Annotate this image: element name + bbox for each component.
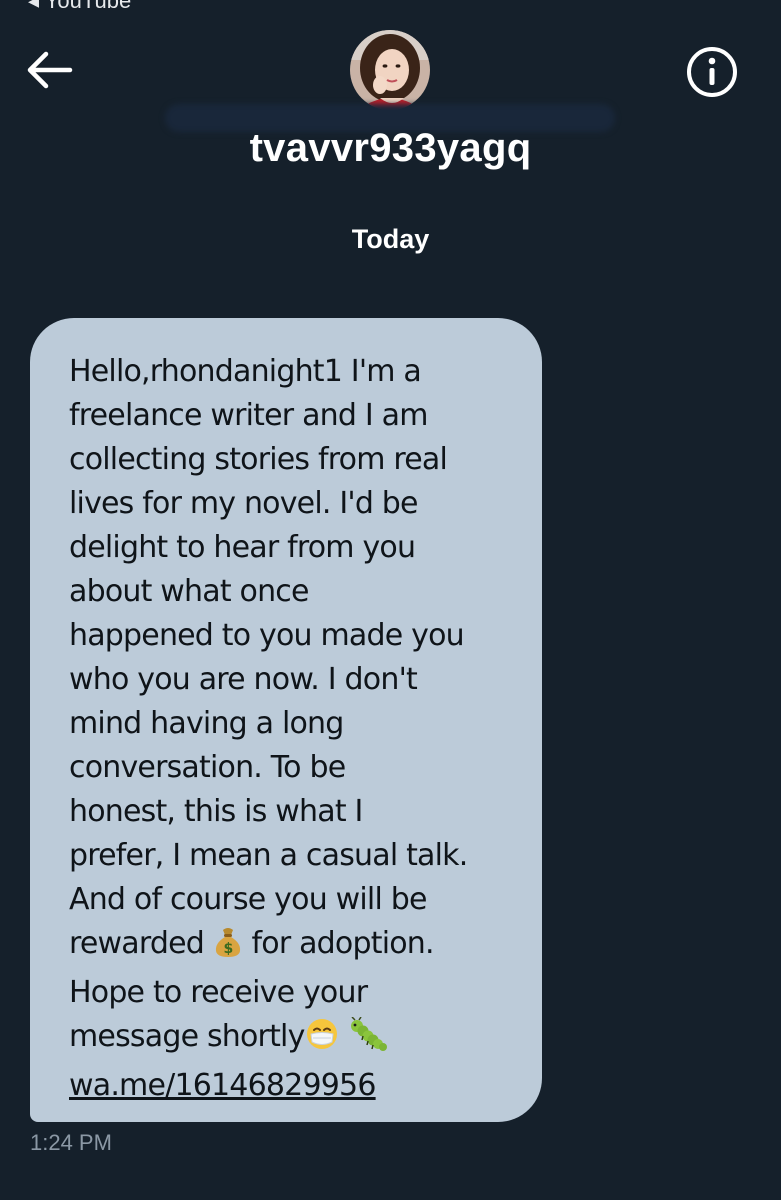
- message-bubble[interactable]: Hello,rhondanight1 I'm a freelance write…: [30, 318, 542, 1122]
- message-line: And of course you will be: [69, 882, 427, 917]
- info-button[interactable]: [682, 42, 742, 102]
- message-line: Hello,rhondanight1 I'm a: [69, 354, 422, 389]
- message-line: prefer, I mean a casual talk.: [69, 838, 468, 873]
- message-line: mind having a long: [69, 706, 344, 741]
- avatar-image: [350, 30, 430, 110]
- message-timestamp: 1:24 PM: [30, 1130, 112, 1155]
- message-line: wa.me/16146829956: [69, 1064, 522, 1108]
- message-line: conversation. To be: [69, 750, 346, 785]
- message-line: delight to hear from you: [69, 530, 416, 565]
- date-separator: Today: [351, 224, 430, 254]
- svg-text:$: $: [223, 941, 232, 957]
- back-to-app-link[interactable]: ◂ YouTube: [28, 0, 131, 14]
- message-text: rewarded: [69, 926, 205, 961]
- message-line: collecting stories from real: [69, 442, 448, 477]
- message-text: for adoption.: [251, 926, 435, 961]
- mask-face-icon: [305, 1017, 339, 1064]
- whatsapp-link[interactable]: wa.me/16146829956: [69, 1068, 376, 1103]
- message-line: who you are now. I don't: [69, 662, 418, 697]
- message-text: message shortly: [69, 1019, 305, 1054]
- message-line: lives for my novel. I'd be: [69, 486, 419, 521]
- message-line: Hope to receive your: [69, 975, 368, 1010]
- back-button[interactable]: [24, 44, 76, 96]
- arrow-left-icon: [27, 51, 73, 89]
- message-line: about what once: [69, 574, 309, 609]
- avatar[interactable]: [350, 30, 430, 110]
- money-bag-icon: $: [213, 926, 243, 971]
- message-line: freelance writer and I am: [69, 398, 428, 433]
- info-icon: [687, 47, 737, 97]
- conversation-username[interactable]: tvavvr933yagq: [0, 126, 781, 171]
- message-line: rewarded $ for adoption.: [69, 922, 522, 971]
- caterpillar-icon: [347, 1016, 389, 1064]
- message-line: honest, this is what I: [69, 794, 363, 829]
- message-line: message shortly: [69, 1015, 522, 1064]
- message-line: happened to you made you: [69, 618, 465, 653]
